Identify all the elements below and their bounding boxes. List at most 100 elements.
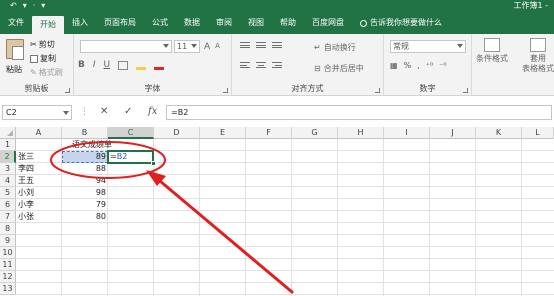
shrink-font-button[interactable]: A	[215, 42, 220, 52]
row-header-7[interactable]: 7	[0, 211, 16, 223]
row-header-8[interactable]: 8	[0, 223, 16, 235]
row-header-11[interactable]: 11	[0, 259, 16, 271]
redo-icon[interactable]: ·	[33, 1, 36, 11]
number-group-label: 数字	[419, 84, 436, 93]
copy-label: 复制	[40, 54, 56, 63]
fill-color-icon[interactable]	[136, 61, 147, 70]
fill-handle[interactable]	[151, 161, 156, 166]
comma-button[interactable]: ,	[417, 61, 420, 70]
format-painter-button[interactable]: ✎ 格式刷	[30, 67, 63, 78]
cancel-icon[interactable]: ✕	[100, 105, 108, 119]
conditional-formatting-button[interactable]: 条件格式	[476, 38, 508, 64]
customize-qat-icon[interactable]: ▾	[41, 1, 45, 11]
increase-decimal-icon[interactable]: ⁺⁰	[426, 61, 433, 70]
row-header-9[interactable]: 9	[0, 235, 16, 247]
wrap-text-button[interactable]: ↵ 自动换行	[314, 42, 356, 53]
insert-function-icon[interactable]: fx	[148, 105, 157, 119]
tab-file[interactable]: 文件	[0, 12, 32, 34]
name-cell[interactable]: 小刘	[16, 187, 62, 199]
row-header-10[interactable]: 10	[0, 247, 16, 259]
tab-formulas[interactable]: 公式	[144, 12, 176, 34]
merge-center-button[interactable]: ⊟ 合并后居中	[314, 63, 364, 74]
row-header-3[interactable]: 3	[0, 163, 16, 175]
align-right-icon[interactable]	[272, 62, 282, 68]
name-box[interactable]: C2	[2, 105, 72, 120]
tab-home[interactable]: 开始	[32, 16, 64, 34]
underline-button[interactable]: U	[104, 60, 111, 70]
formula-input[interactable]: =B2	[166, 105, 552, 120]
tab-insert[interactable]: 插入	[64, 12, 96, 34]
clipboard-launcher-icon[interactable]	[65, 88, 70, 93]
row-header-5[interactable]: 5	[0, 187, 16, 199]
tab-page-layout[interactable]: 页面布局	[96, 12, 144, 34]
row-header-4[interactable]: 4	[0, 175, 16, 187]
row-header-2[interactable]: 2	[0, 151, 16, 163]
column-header-b[interactable]: B	[62, 127, 108, 139]
name-cell[interactable]: 李四	[16, 163, 62, 175]
top-align-icon[interactable]	[240, 42, 250, 48]
name-cell[interactable]: 小李	[16, 199, 62, 211]
font-launcher-icon[interactable]	[223, 88, 228, 93]
bold-button[interactable]: B	[78, 60, 85, 70]
active-cell-c2[interactable]: =B2	[107, 150, 154, 164]
undo-icon[interactable]: ↶	[10, 1, 17, 11]
tab-baidu-netdisk[interactable]: 百度网盘	[304, 12, 352, 34]
score-cell[interactable]: 79	[62, 199, 108, 211]
score-cell[interactable]: 80	[62, 211, 108, 223]
column-header-d[interactable]: D	[154, 127, 200, 139]
percent-button[interactable]: %	[404, 61, 412, 70]
column-header-j[interactable]: J	[430, 127, 476, 139]
font-size-dropdown[interactable]: 11	[174, 40, 200, 53]
column-header-k[interactable]: K	[476, 127, 522, 139]
column-header-g[interactable]: G	[292, 127, 338, 139]
grow-font-button[interactable]: A	[204, 42, 210, 52]
column-header-f[interactable]: F	[246, 127, 292, 139]
border-icon[interactable]	[118, 60, 129, 70]
score-cell[interactable]: 89	[62, 151, 108, 163]
worksheet-grid[interactable]: A B C D E F G H I J K L 1 2 3 4 5 6 7 8 …	[0, 127, 554, 296]
font-name-dropdown[interactable]	[80, 40, 172, 53]
row-header-6[interactable]: 6	[0, 199, 16, 211]
tab-help[interactable]: 帮助	[272, 12, 304, 34]
column-header-a[interactable]: A	[16, 127, 62, 139]
tell-me-search[interactable]: 告诉我你想要做什么	[352, 12, 450, 34]
accounting-format-icon[interactable]: ▦	[390, 61, 398, 70]
name-cell[interactable]: 张三	[16, 151, 62, 163]
cut-button[interactable]: ✂ 剪切	[30, 39, 55, 50]
clipboard-group: 粘贴 ✂ 剪切 复制 ✎ 格式刷 剪贴板	[0, 34, 74, 96]
name-cell[interactable]: 小张	[16, 211, 62, 223]
paste-button-label[interactable]: 粘贴	[6, 64, 22, 75]
font-color-icon[interactable]	[154, 61, 165, 70]
paste-icon[interactable]	[6, 39, 24, 60]
format-as-table-button[interactable]: 套用 表格格式	[522, 38, 554, 74]
column-header-c[interactable]: C	[108, 127, 154, 139]
column-header-e[interactable]: E	[200, 127, 246, 139]
align-left-icon[interactable]	[240, 62, 250, 68]
column-header-l[interactable]: L	[522, 127, 554, 139]
row-header-12[interactable]: 12	[0, 271, 16, 283]
italic-button[interactable]: I	[93, 60, 96, 70]
bottom-align-icon[interactable]	[272, 42, 282, 48]
number-format-dropdown[interactable]: 常规	[390, 40, 466, 53]
tab-view[interactable]: 视图	[240, 12, 272, 34]
name-cell[interactable]: 王五	[16, 175, 62, 187]
column-header-h[interactable]: H	[338, 127, 384, 139]
select-all-corner[interactable]	[0, 127, 16, 139]
copy-button[interactable]: 复制	[30, 53, 56, 64]
formula-reference: B2	[116, 152, 128, 161]
tab-data[interactable]: 数据	[176, 12, 208, 34]
middle-align-icon[interactable]	[256, 42, 266, 48]
row-header-13[interactable]: 13	[0, 283, 16, 295]
column-header-i[interactable]: I	[384, 127, 430, 139]
score-cell[interactable]: 94	[62, 175, 108, 187]
score-cell[interactable]: 98	[62, 187, 108, 199]
enter-icon[interactable]: ✓	[124, 105, 132, 119]
undo-dropdown-icon[interactable]: ▾	[23, 1, 27, 11]
alignment-launcher-icon[interactable]	[375, 88, 380, 93]
number-launcher-icon[interactable]	[463, 88, 468, 93]
score-cell[interactable]: 88	[62, 163, 108, 175]
row-header-1[interactable]: 1	[0, 139, 16, 151]
tab-review[interactable]: 审阅	[208, 12, 240, 34]
align-center-icon[interactable]	[256, 62, 266, 68]
decrease-decimal-icon[interactable]: ⁻⁰	[439, 61, 446, 70]
